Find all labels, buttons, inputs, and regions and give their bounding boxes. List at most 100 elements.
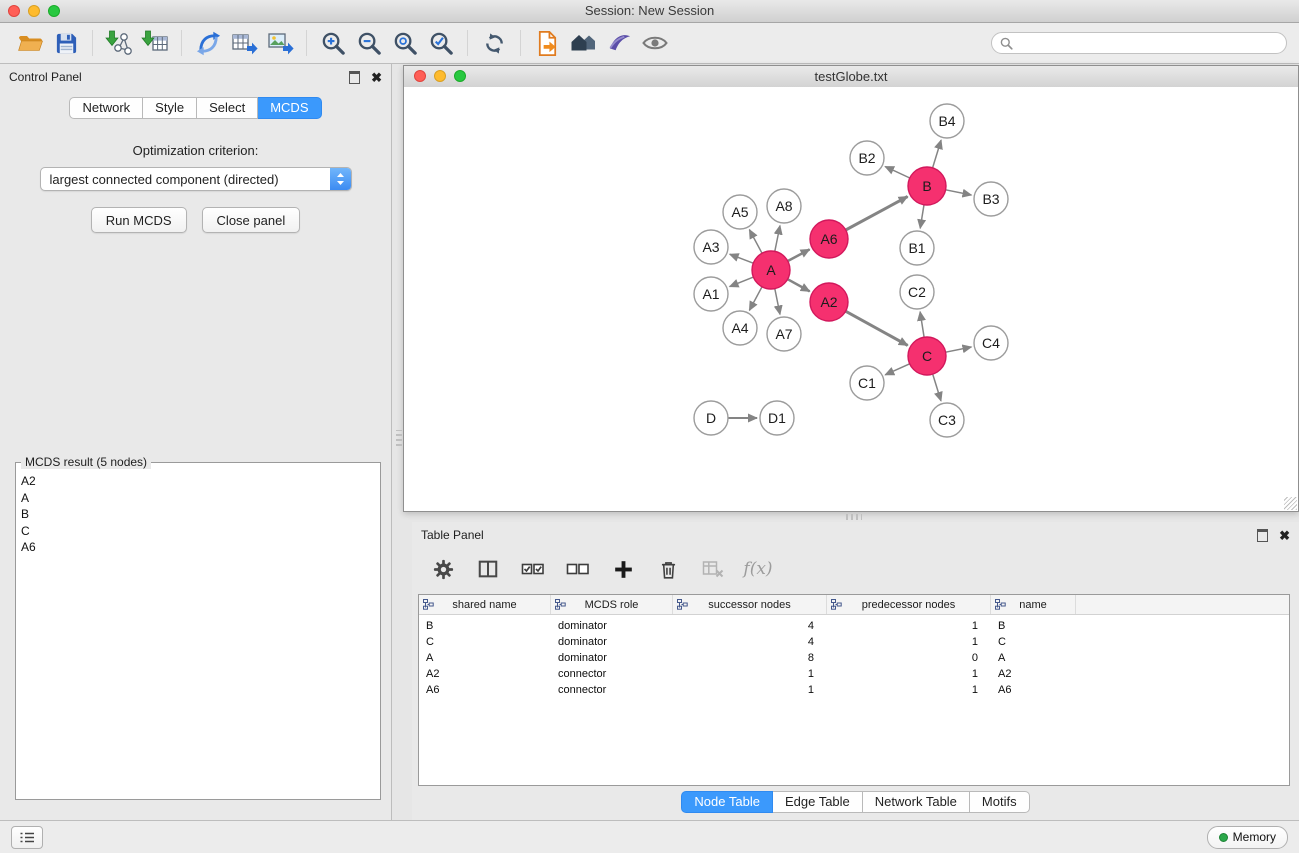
export-table-icon[interactable]	[226, 26, 262, 60]
node-A5[interactable]: A5	[723, 195, 757, 229]
edge-B-B4[interactable]	[933, 140, 942, 168]
close-panel-button[interactable]: Close panel	[202, 207, 301, 233]
zoom-network-window-button[interactable]	[454, 70, 466, 82]
minimize-network-window-button[interactable]	[434, 70, 446, 82]
table-mode-gear-icon[interactable]	[430, 556, 456, 582]
edge-A2-C[interactable]	[846, 311, 908, 345]
show-columns-icon[interactable]	[475, 556, 501, 582]
home-icon[interactable]	[565, 26, 601, 60]
criterion-dropdown[interactable]: largest connected component (directed)	[40, 167, 352, 191]
node-A4[interactable]: A4	[723, 311, 757, 345]
tab-edge-table[interactable]: Edge Table	[773, 791, 863, 813]
node-C2[interactable]: C2	[900, 275, 934, 309]
edge-B-B2[interactable]	[885, 167, 910, 179]
edge-C-C4[interactable]	[946, 347, 972, 352]
node-A7[interactable]: A7	[767, 317, 801, 351]
search-input[interactable]	[1018, 35, 1278, 51]
export-image-icon[interactable]	[262, 26, 298, 60]
toolbar-search[interactable]	[991, 32, 1287, 54]
table-row[interactable]: Bdominator41B	[419, 618, 1289, 634]
function-builder-icon[interactable]: f(x)	[745, 556, 771, 582]
refresh-icon[interactable]	[476, 26, 512, 60]
edge-C-C2[interactable]	[920, 312, 924, 337]
horizontal-splitter-handle[interactable]	[846, 514, 862, 520]
edge-A-A2[interactable]	[788, 279, 810, 291]
tab-network[interactable]: Network	[69, 97, 143, 119]
node-D1[interactable]: D1	[760, 401, 794, 435]
mcds-result-item[interactable]: A	[21, 490, 375, 507]
export-network-icon[interactable]	[190, 26, 226, 60]
edge-A-A1[interactable]	[730, 277, 754, 287]
node-B[interactable]: B	[908, 167, 946, 205]
import-network-icon[interactable]	[101, 26, 137, 60]
node-A3[interactable]: A3	[694, 230, 728, 264]
column-header-name[interactable]: name	[991, 595, 1076, 614]
close-table-panel-icon[interactable]: ✖	[1279, 529, 1290, 542]
edge-B-B3[interactable]	[946, 190, 972, 195]
float-panel-icon[interactable]	[349, 71, 360, 84]
mcds-result-item[interactable]: A6	[21, 539, 375, 556]
node-A8[interactable]: A8	[767, 189, 801, 223]
node-B4[interactable]: B4	[930, 104, 964, 138]
tab-network-table[interactable]: Network Table	[863, 791, 970, 813]
show-details-eye-icon[interactable]	[637, 26, 673, 60]
session-export-icon[interactable]	[529, 26, 565, 60]
memory-button[interactable]: Memory	[1207, 826, 1288, 849]
show-panels-list-button[interactable]	[11, 826, 43, 849]
node-A6[interactable]: A6	[810, 220, 848, 258]
edge-A-A3[interactable]	[730, 254, 754, 263]
mcds-result-item[interactable]: B	[21, 506, 375, 523]
node-B3[interactable]: B3	[974, 182, 1008, 216]
network-canvas[interactable]: B4B2BB3A5A8A6B1A3AC2A1A2A4A7C4CC1C3DD1	[404, 87, 1298, 511]
table-row[interactable]: Cdominator41C	[419, 634, 1289, 650]
mcds-result-item[interactable]: C	[21, 523, 375, 540]
tab-node-table[interactable]: Node Table	[681, 791, 773, 813]
zoom-selected-icon[interactable]	[423, 26, 459, 60]
column-header-successor-nodes[interactable]: successor nodes	[673, 595, 827, 614]
resize-grip[interactable]	[1284, 497, 1297, 510]
zoom-out-icon[interactable]	[351, 26, 387, 60]
tab-select[interactable]: Select	[197, 97, 258, 119]
column-header-predecessor-nodes[interactable]: predecessor nodes	[827, 595, 991, 614]
edge-A-A7[interactable]	[775, 289, 780, 315]
network-window-titlebar[interactable]: testGlobe.txt	[404, 66, 1298, 88]
mcds-result-item[interactable]: A2	[21, 473, 375, 490]
node-A1[interactable]: A1	[694, 277, 728, 311]
select-all-icon[interactable]	[520, 556, 546, 582]
edge-A6-B[interactable]	[846, 197, 908, 231]
edge-A-A4[interactable]	[749, 287, 762, 311]
import-table-icon[interactable]	[137, 26, 173, 60]
table-row[interactable]: Adominator80A	[419, 650, 1289, 666]
column-header-MCDS-role[interactable]: MCDS role	[551, 595, 673, 614]
deselect-all-icon[interactable]	[565, 556, 591, 582]
table-row[interactable]: A6connector11A6	[419, 682, 1289, 698]
edge-A-A8[interactable]	[775, 226, 780, 252]
tab-mcds[interactable]: MCDS	[258, 97, 321, 119]
open-file-icon[interactable]	[12, 26, 48, 60]
add-column-icon[interactable]	[610, 556, 636, 582]
close-network-window-button[interactable]	[414, 70, 426, 82]
node-D[interactable]: D	[694, 401, 728, 435]
table-row[interactable]: A2connector11A2	[419, 666, 1289, 682]
node-C4[interactable]: C4	[974, 326, 1008, 360]
delete-table-icon[interactable]	[700, 556, 726, 582]
node-C3[interactable]: C3	[930, 403, 964, 437]
run-mcds-button[interactable]: Run MCDS	[91, 207, 187, 233]
vertical-splitter-handle[interactable]	[396, 430, 402, 446]
edge-B-B1[interactable]	[920, 205, 924, 229]
zoom-in-icon[interactable]	[315, 26, 351, 60]
tab-motifs[interactable]: Motifs	[970, 791, 1030, 813]
edge-A-A6[interactable]	[788, 249, 810, 261]
column-header-shared-name[interactable]: shared name	[419, 595, 551, 614]
edge-C-C1[interactable]	[885, 364, 910, 375]
edge-A-A5[interactable]	[749, 230, 762, 254]
node-A[interactable]: A	[752, 251, 790, 289]
float-table-panel-icon[interactable]	[1257, 529, 1268, 542]
node-B2[interactable]: B2	[850, 141, 884, 175]
node-C[interactable]: C	[908, 337, 946, 375]
node-B1[interactable]: B1	[900, 231, 934, 265]
delete-columns-icon[interactable]	[655, 556, 681, 582]
edge-C-C3[interactable]	[933, 374, 941, 401]
node-C1[interactable]: C1	[850, 366, 884, 400]
annotations-icon[interactable]	[601, 26, 637, 60]
